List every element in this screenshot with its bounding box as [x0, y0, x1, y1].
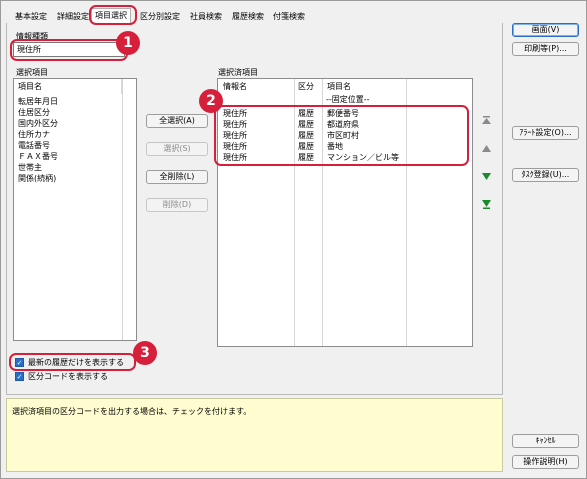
callout-badge: 3: [133, 341, 157, 365]
delete-button[interactable]: 削除(D): [146, 198, 208, 212]
callout-badge: 1: [116, 31, 140, 55]
available-items-label: 選択項目: [16, 68, 48, 77]
cancel-button[interactable]: ｷｬﾝｾﾙ: [512, 434, 579, 448]
callout-badge: 2: [199, 89, 223, 113]
header-category: 区分: [298, 82, 314, 91]
delete-all-button[interactable]: 全削除(L): [146, 170, 208, 184]
tab-employee-search[interactable]: 社員検索: [186, 9, 226, 23]
move-down-icon[interactable]: [480, 170, 493, 183]
callout-highlight: [10, 39, 128, 61]
tab-basic-settings[interactable]: 基本設定: [11, 9, 51, 23]
available-items-list[interactable]: 項目名 転居年月日 住居区分 国内外区分 住所カナ 電話番号 ＦＡＸ番号 世帯主…: [13, 78, 137, 341]
header-info-name: 情報名: [223, 82, 247, 91]
list-item[interactable]: 国内外区分: [18, 118, 58, 129]
screen-button[interactable]: 画面(V): [512, 23, 579, 37]
fixed-position-marker: --固定位置--: [326, 95, 370, 104]
list-item[interactable]: 世帯主: [18, 162, 58, 173]
list-item[interactable]: 電話番号: [18, 140, 58, 151]
hint-panel: 選択済項目の区分コードを出力する場合は、チェックを付けます。: [6, 398, 503, 472]
selected-items-label: 選択済項目: [218, 68, 258, 77]
move-top-icon[interactable]: [480, 114, 493, 127]
help-button[interactable]: 操作説明(H): [512, 455, 579, 469]
move-up-icon[interactable]: [480, 142, 493, 155]
header-item-name: 項目名: [327, 82, 351, 91]
list-item[interactable]: 住居区分: [18, 107, 58, 118]
callout-highlight: [214, 105, 469, 166]
available-items-header: 項目名: [14, 79, 122, 94]
task-register-button[interactable]: ﾀｽｸ登録(U)...: [512, 168, 579, 182]
select-all-button[interactable]: 全選択(A): [146, 114, 208, 128]
callout-highlight: [9, 353, 136, 371]
column-divider: [122, 79, 123, 340]
list-item[interactable]: 転居年月日: [18, 96, 58, 107]
callout-highlight: [89, 5, 137, 25]
tab-history-search[interactable]: 履歴検索: [228, 9, 268, 23]
tab-detail-settings[interactable]: 詳細設定: [53, 9, 93, 23]
tab-sticky-search[interactable]: 付箋検索: [269, 9, 309, 23]
print-button[interactable]: 印刷等(P)...: [512, 42, 579, 56]
show-category-code-checkbox[interactable]: ✓: [15, 372, 24, 381]
show-category-code-label[interactable]: 区分コードを表示する: [28, 371, 108, 382]
list-item[interactable]: 関係(続柄): [18, 173, 58, 184]
list-item[interactable]: ＦＡＸ番号: [18, 151, 58, 162]
move-bottom-icon[interactable]: [480, 198, 493, 211]
hint-text: 選択済項目の区分コードを出力する場合は、チェックを付けます。: [12, 407, 252, 416]
list-item[interactable]: 住所カナ: [18, 129, 58, 140]
alert-settings-button[interactable]: ｱﾗｰﾄ設定(O)...: [512, 126, 579, 140]
select-button[interactable]: 選択(S): [146, 142, 208, 156]
tab-category-settings[interactable]: 区分別設定: [136, 9, 184, 23]
